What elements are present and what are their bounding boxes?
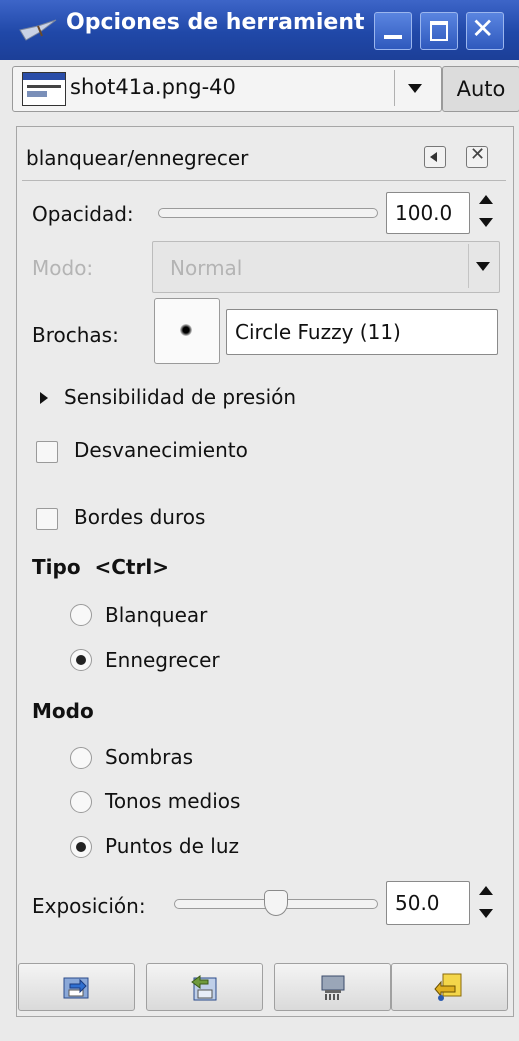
type-heading: Tipo <Ctrl> xyxy=(32,555,169,579)
brush-dot-icon xyxy=(180,324,192,336)
delete-options-button[interactable] xyxy=(274,963,391,1011)
range-radio-tonos-medios[interactable] xyxy=(70,791,92,813)
exposure-slider-handle[interactable] xyxy=(264,890,288,916)
delete-options-icon xyxy=(321,975,345,1000)
save-options-button[interactable] xyxy=(18,963,135,1011)
opacity-label: Opacidad: xyxy=(32,202,134,226)
range-radio-puntos-de-luz[interactable] xyxy=(70,836,92,858)
fade-checkbox[interactable] xyxy=(36,441,58,463)
close-icon: ✕ xyxy=(470,144,486,165)
opacity-value[interactable]: 100.0 xyxy=(386,192,470,234)
exposure-value[interactable]: 50.0 xyxy=(386,881,470,925)
brushes-label: Brochas: xyxy=(32,323,119,347)
gimp-brush-icon xyxy=(18,18,58,47)
window-title: Opciones de herramient xyxy=(66,10,365,35)
exposure-label: Exposición: xyxy=(32,894,146,918)
mode-label: Modo: xyxy=(32,256,94,280)
reset-options-icon xyxy=(434,973,462,1001)
range-option-tonos-medios[interactable]: Tonos medios xyxy=(105,789,240,813)
triangle-left-icon xyxy=(430,152,437,162)
opacity-slider[interactable] xyxy=(158,208,378,218)
range-option-sombras[interactable]: Sombras xyxy=(105,745,193,769)
image-thumbnail-icon xyxy=(22,72,66,106)
image-selector-value: shot41a.png-40 xyxy=(70,75,236,99)
save-options-icon xyxy=(63,977,89,999)
dropdown-separator xyxy=(468,244,469,288)
range-radio-sombras[interactable] xyxy=(70,747,92,769)
type-radio-ennegrecer[interactable] xyxy=(70,649,92,671)
auto-button[interactable]: Auto xyxy=(442,66,519,112)
panel-menu-button[interactable] xyxy=(424,146,446,168)
minimize-button[interactable] xyxy=(374,12,412,50)
expander-triangle-icon[interactable] xyxy=(40,392,48,404)
spin-down-icon[interactable] xyxy=(479,218,493,227)
panel-title: blanquear/ennegrecer xyxy=(26,146,249,170)
pressure-expander[interactable]: Sensibilidad de presión xyxy=(64,385,296,409)
restore-options-button[interactable] xyxy=(146,963,263,1011)
reset-options-button[interactable] xyxy=(391,963,508,1011)
maximize-icon xyxy=(430,21,448,41)
maximize-button[interactable] xyxy=(420,12,458,50)
restore-options-icon xyxy=(191,975,217,1001)
spin-up-icon[interactable] xyxy=(479,886,493,895)
image-selector-separator xyxy=(394,70,395,106)
chevron-down-icon xyxy=(476,262,490,271)
close-button[interactable]: ✕ xyxy=(466,12,504,50)
panel-close-button[interactable]: ✕ xyxy=(466,144,488,168)
brush-preview[interactable] xyxy=(154,298,220,364)
minimize-icon xyxy=(384,35,402,39)
divider xyxy=(22,180,506,181)
fade-label[interactable]: Desvanecimiento xyxy=(74,438,248,462)
mode-value: Normal xyxy=(170,256,243,280)
hard-edges-checkbox[interactable] xyxy=(36,508,58,530)
spin-up-icon[interactable] xyxy=(479,195,493,204)
brush-name-field[interactable]: Circle Fuzzy (11) xyxy=(226,309,498,355)
spin-down-icon[interactable] xyxy=(479,909,493,918)
range-option-puntos-de-luz[interactable]: Puntos de luz xyxy=(105,834,239,858)
type-option-ennegrecer[interactable]: Ennegrecer xyxy=(105,648,220,672)
close-icon: ✕ xyxy=(471,12,495,45)
type-radio-blanquear[interactable] xyxy=(70,604,92,626)
chevron-down-icon[interactable] xyxy=(408,84,422,93)
hard-edges-label[interactable]: Bordes duros xyxy=(74,505,205,529)
range-heading: Modo xyxy=(32,699,94,723)
type-option-blanquear[interactable]: Blanquear xyxy=(105,603,207,627)
